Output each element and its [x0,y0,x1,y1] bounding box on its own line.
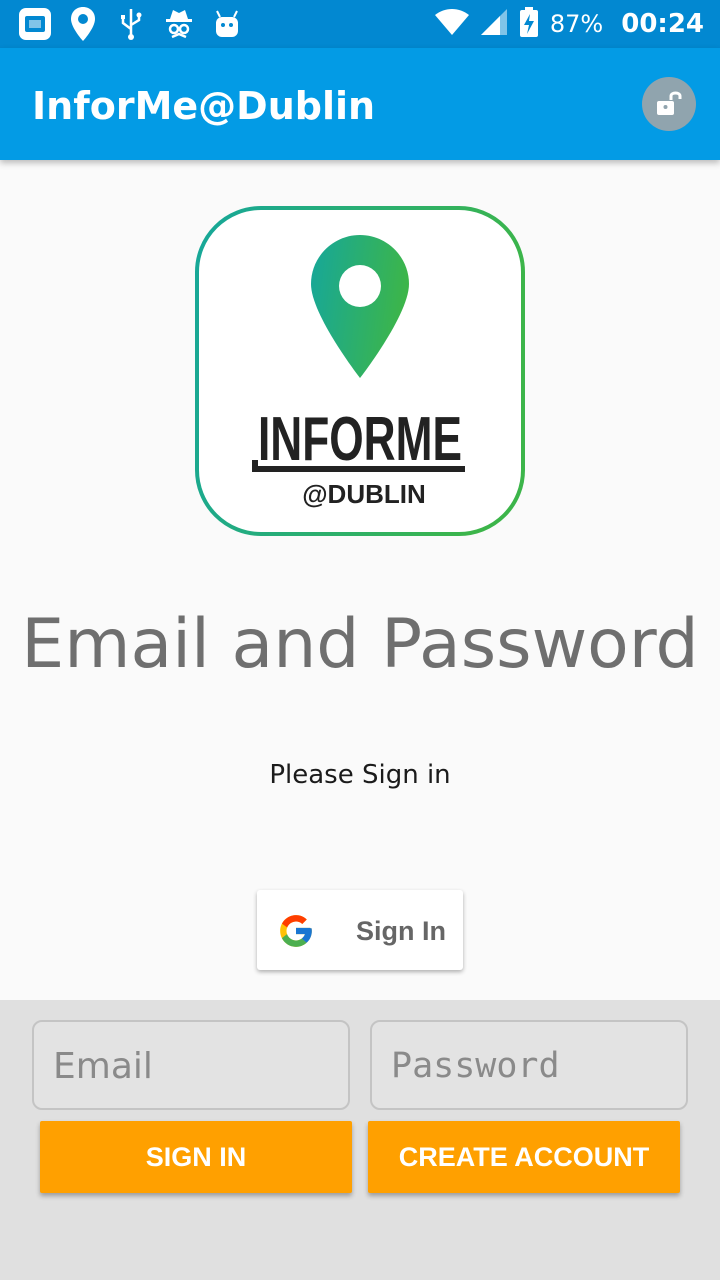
incognito-icon [162,6,196,42]
google-logo-icon [280,915,312,947]
status-bar: 87% 00:24 [0,0,720,48]
google-sign-in-label: Sign In [356,916,446,946]
clock: 00:24 [621,9,704,39]
usb-icon [114,6,148,42]
google-sign-in-button[interactable]: Sign In [257,890,463,970]
location-notification-icon [66,6,100,42]
system-status: 87% 00:24 [434,0,704,48]
android-icon [210,6,244,42]
app-bar: InforMe@Dublin [0,48,720,160]
battery-charging-icon [518,6,540,43]
unlock-button[interactable] [642,77,696,131]
calendar-notification-icon [18,6,52,42]
email-field[interactable]: Email [32,1020,350,1110]
app-title: InforMe@Dublin [32,84,376,128]
password-field[interactable]: Password [370,1020,688,1110]
unlock-icon [657,91,682,115]
page-heading: Email and Password [21,605,699,684]
wifi-icon [434,8,470,41]
logo-wordmark: INFORME [258,405,462,474]
create-account-button[interactable]: CREATE ACCOUNT [368,1121,680,1193]
login-form-panel: Email Password SIGN IN CREATE ACCOUNT [0,1000,720,1280]
cell-signal-icon [480,8,508,41]
sign-in-button[interactable]: SIGN IN [40,1121,352,1193]
battery-percent: 87% [549,10,604,38]
logo-subtitle: @DUBLIN [302,479,426,509]
informe-logo: INFORME @DUBLIN [194,205,526,537]
notification-icons [18,6,244,42]
sign-in-prompt: Please Sign in [269,760,451,790]
